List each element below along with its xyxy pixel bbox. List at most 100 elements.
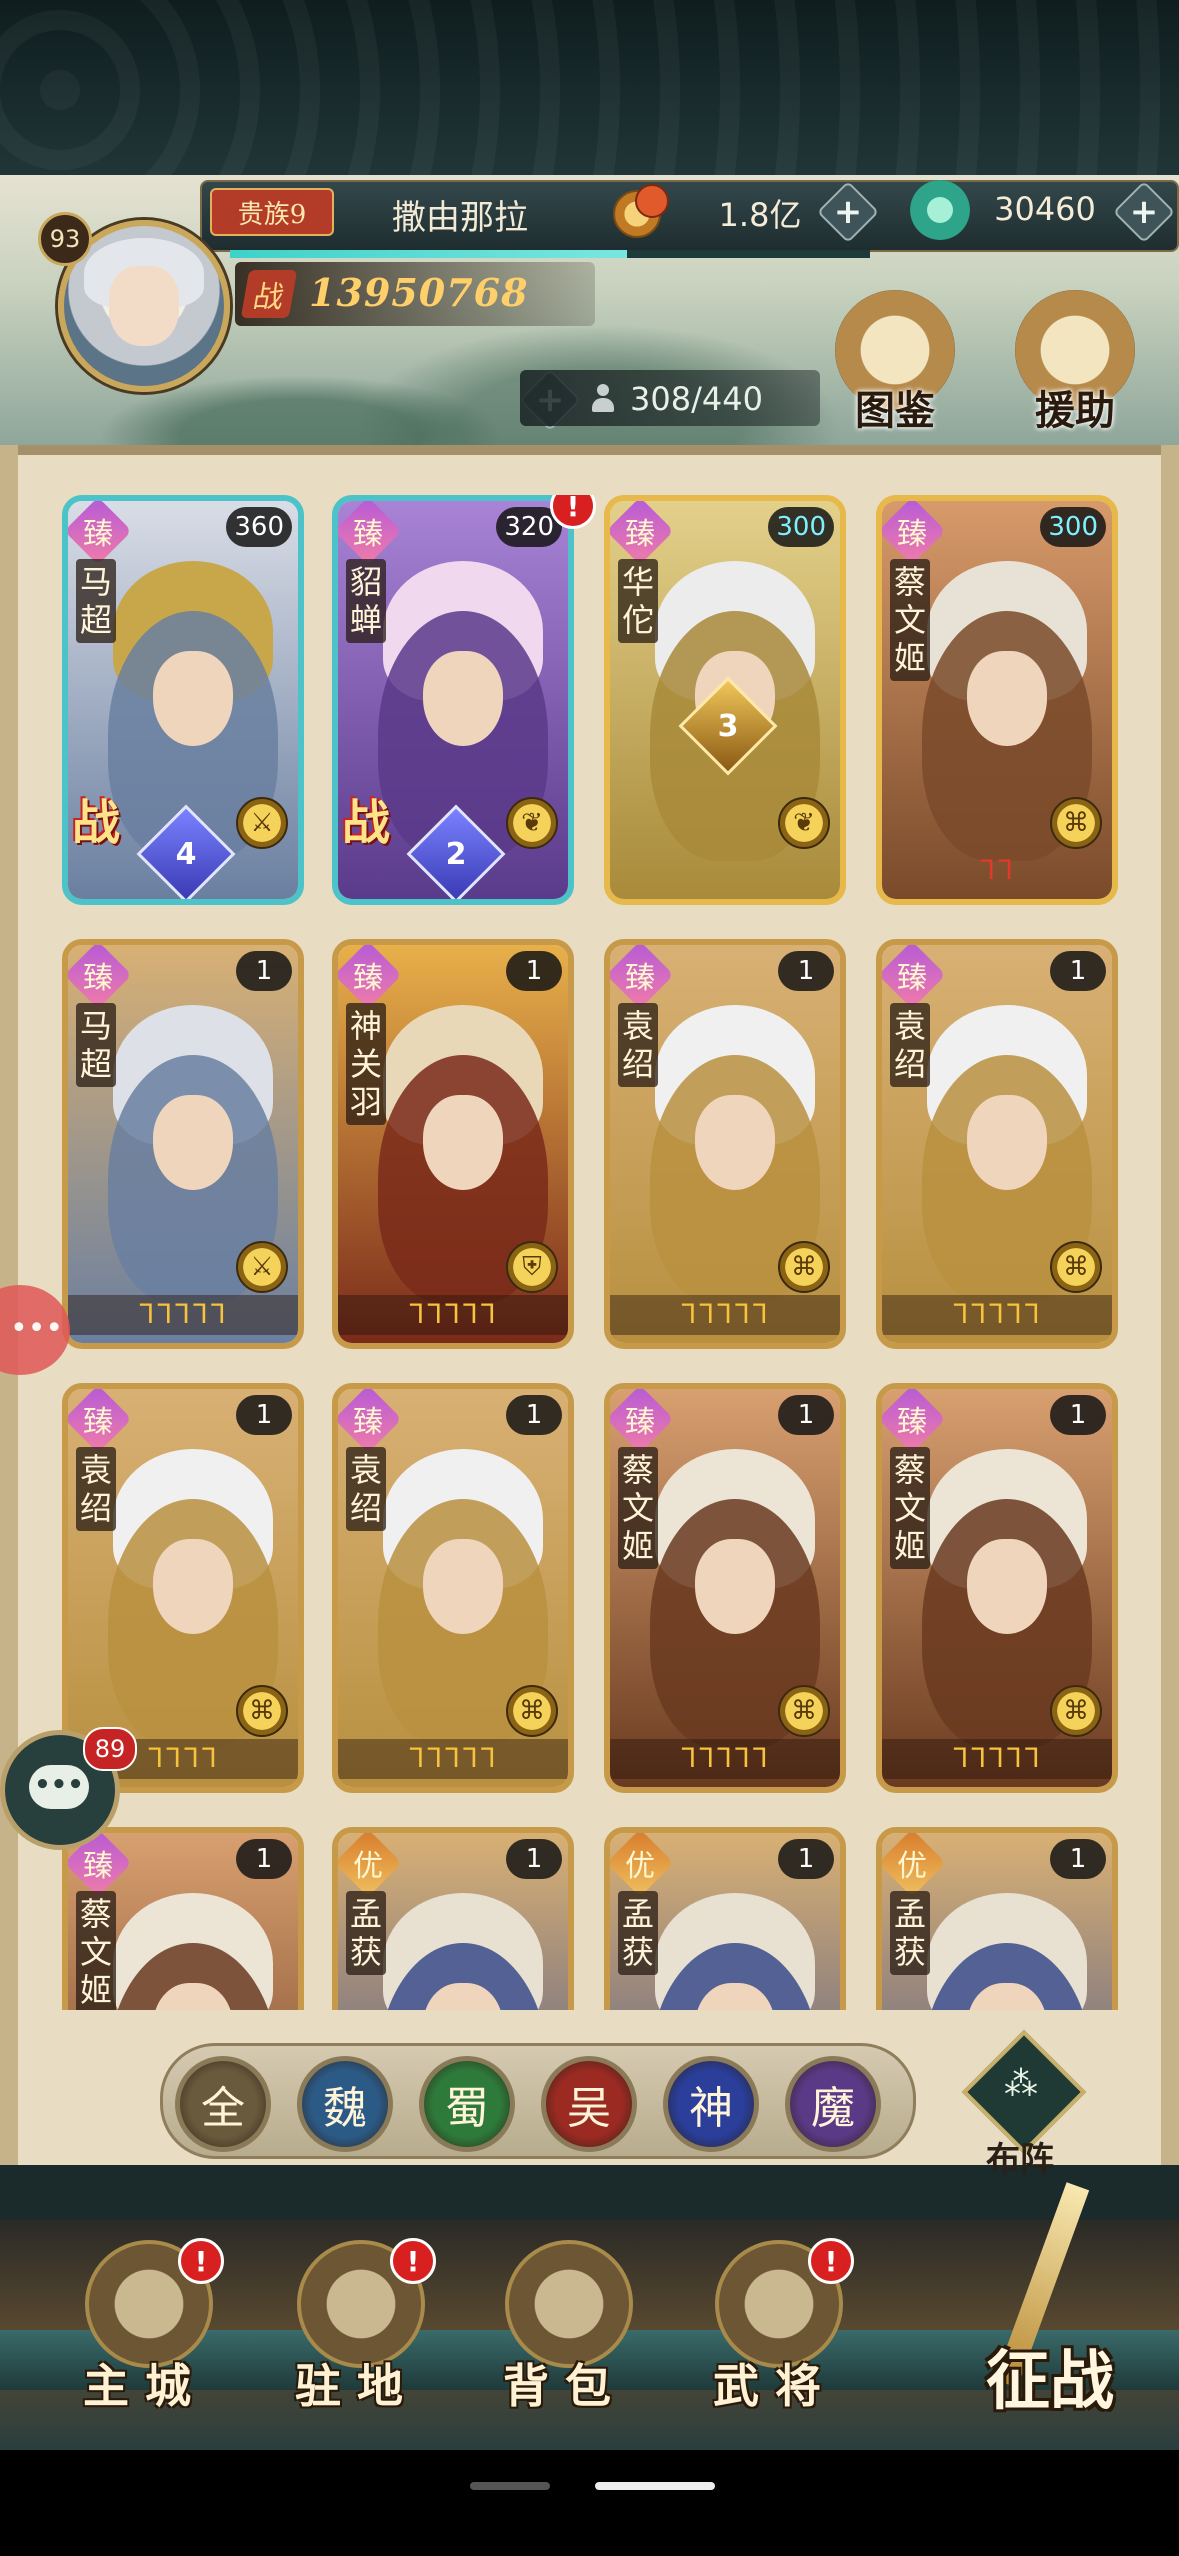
hero-level: 1 — [236, 1395, 292, 1435]
hero-level: 1 — [778, 1839, 834, 1879]
hero-name: 孟获 — [890, 1891, 930, 1975]
home-indicator[interactable] — [595, 2482, 715, 2490]
hero-class-icon: ⌘ — [1050, 797, 1102, 849]
hero-card[interactable]: 臻蔡文姬 1 — [62, 1827, 304, 2010]
hero-card[interactable]: 臻貂蝉 320 ❦ 战 2 — [332, 495, 574, 905]
hero-level: 1 — [236, 951, 292, 991]
nav-icon — [505, 2240, 633, 2368]
hero-card[interactable]: 臻袁绍 1 ⌘ ᒣᒣᒣᒣᒣ — [332, 1383, 574, 1793]
hero-face — [423, 1095, 503, 1190]
nav-label: 背包 — [503, 2359, 627, 2413]
hero-level: 360 — [226, 507, 292, 547]
hero-card[interactable]: 臻袁绍 1 ⌘ ᒣᒣᒣᒣᒣ — [604, 939, 846, 1349]
hero-card[interactable]: 臻蔡文姬 1 ⌘ ᒣᒣᒣᒣᒣ — [604, 1383, 846, 1793]
hero-class-icon: ⌘ — [236, 1685, 288, 1737]
hero-face — [153, 1095, 233, 1190]
gold-coin-icon — [605, 180, 675, 240]
hero-level: 1 — [1050, 1839, 1106, 1879]
hero-card[interactable]: 臻马超 360 ⚔ 战 4 — [62, 495, 304, 905]
star-flames: ᒣᒣ — [979, 856, 1015, 886]
hero-card[interactable]: 臻蔡文姬 300 ⌘ ᒣᒣ — [876, 495, 1118, 905]
hero-class-icon: ⚔ — [236, 797, 288, 849]
hero-level: 1 — [506, 1839, 562, 1879]
hero-name: 蔡文姬 — [618, 1447, 658, 1569]
hero-name: 孟获 — [618, 1891, 658, 1975]
star-flames: ᒣᒣᒣᒣᒣ — [882, 1739, 1112, 1779]
hero-level: 1 — [778, 951, 834, 991]
player-name: 撒由那拉 — [392, 198, 528, 238]
hero-level: 1 — [236, 1839, 292, 1879]
hero-card[interactable]: 优孟获 1 — [876, 1827, 1118, 2010]
hero-level: 1 — [1050, 951, 1106, 991]
hero-level: 1 — [506, 951, 562, 991]
hero-level: 300 — [1040, 507, 1106, 547]
hero-level: 300 — [768, 507, 834, 547]
vip-badge[interactable]: 贵族9 — [210, 188, 334, 236]
hero-face — [695, 1539, 775, 1634]
chat-unread-count: 89 — [83, 1727, 137, 1771]
roster-capacity-value: 308/440 — [630, 380, 763, 418]
roster-capacity: 308/440 — [520, 370, 820, 426]
hero-class-icon: ❦ — [778, 797, 830, 849]
hero-class-icon: ⚔ — [236, 1241, 288, 1293]
support-button[interactable]: 援助 — [1000, 290, 1150, 440]
nav-label: 主城 — [83, 2359, 207, 2413]
faction-filter-4[interactable]: 神 — [663, 2056, 759, 2152]
hero-face — [967, 651, 1047, 746]
hero-class-icon: ❦ — [506, 797, 558, 849]
star-flames: ᒣᒣᒣᒣᒣ — [882, 1295, 1112, 1335]
nav-item-0[interactable]: 主城! — [50, 2230, 240, 2420]
hero-class-icon: ⛨ — [506, 1241, 558, 1293]
formation-label: 布阵 — [986, 2140, 1054, 2180]
nav-label: 武将 — [713, 2359, 837, 2413]
hero-class-icon: ⌘ — [778, 1685, 830, 1737]
hero-card[interactable]: 臻神关羽 1 ⛨ ᒣᒣᒣᒣᒣ — [332, 939, 574, 1349]
codex-label: 图鉴 — [855, 387, 935, 434]
hero-name: 蔡文姬 — [76, 1891, 116, 2010]
codex-button[interactable]: 图鉴 — [820, 290, 970, 440]
nav-item-2[interactable]: 背包 — [470, 2230, 660, 2420]
chat-button[interactable]: ••• 89 — [0, 1727, 137, 1850]
hero-name: 袁绍 — [76, 1447, 116, 1531]
gold-amount: 1.8亿 — [718, 196, 802, 234]
faction-filter-2[interactable]: 蜀 — [419, 2056, 515, 2152]
nav-item-1[interactable]: 驻地! — [262, 2230, 452, 2420]
faction-filter-0[interactable]: 全 — [175, 2056, 271, 2152]
support-label: 援助 — [1035, 387, 1115, 434]
hero-face — [967, 1539, 1047, 1634]
hero-name: 貂蝉 — [346, 559, 386, 643]
campaign-label: 征战 — [986, 2344, 1114, 2419]
hero-name: 神关羽 — [346, 1003, 386, 1125]
hero-card[interactable]: 臻袁绍 1 ⌘ ᒣᒣᒣᒣᒣ — [876, 939, 1118, 1349]
hero-class-icon: ⌘ — [1050, 1241, 1102, 1293]
star-flames: ᒣᒣᒣᒣᒣ — [68, 1295, 298, 1335]
nav-item-3[interactable]: 武将! — [680, 2230, 870, 2420]
formation-button[interactable]: ⁂ 布阵 — [945, 2029, 1095, 2180]
hero-card[interactable]: 臻蔡文姬 1 ⌘ ᒣᒣᒣᒣᒣ — [876, 1383, 1118, 1793]
faction-filter-5[interactable]: 魔 — [785, 2056, 881, 2152]
player-level-badge: 93 — [38, 212, 92, 266]
faction-filter-1[interactable]: 魏 — [297, 2056, 393, 2152]
faction-filter-bar: 全魏蜀吴神魔 — [160, 2043, 916, 2159]
faction-filter-3[interactable]: 吴 — [541, 2056, 637, 2152]
hero-face — [153, 1539, 233, 1634]
top-background — [0, 0, 1179, 200]
experience-bar — [230, 250, 870, 258]
person-icon — [590, 384, 616, 414]
hero-name: 袁绍 — [346, 1447, 386, 1531]
hero-card[interactable]: 臻华佗 300 ❦ 3 — [604, 495, 846, 905]
campaign-button[interactable]: 征战 — [930, 2180, 1170, 2440]
jade-amount: 30460 — [994, 190, 1096, 228]
hero-grid[interactable]: 臻马超 360 ⚔ 战 4 臻貂蝉 320 ❦ 战 2! 臻华佗 300 ❦ 3 臻蔡文姬 300 ⌘ ᒣᒣ 臻马超… — [38, 495, 1148, 2010]
hero-card[interactable]: 臻马超 1 ⚔ ᒣᒣᒣᒣᒣ — [62, 939, 304, 1349]
star-flames: ᒣᒣᒣᒣᒣ — [338, 1295, 568, 1335]
player-avatar[interactable]: 93 — [28, 200, 238, 400]
nav-label: 驻地 — [295, 2359, 419, 2413]
hero-name: 蔡文姬 — [890, 1447, 930, 1569]
hero-name: 袁绍 — [890, 1003, 930, 1087]
combat-power: 战 13950768 — [235, 262, 595, 326]
hero-class-icon: ⌘ — [1050, 1685, 1102, 1737]
hero-name: 蔡文姬 — [890, 559, 930, 681]
hero-card[interactable]: 优孟获 1 — [604, 1827, 846, 2010]
hero-card[interactable]: 优孟获 1 — [332, 1827, 574, 2010]
